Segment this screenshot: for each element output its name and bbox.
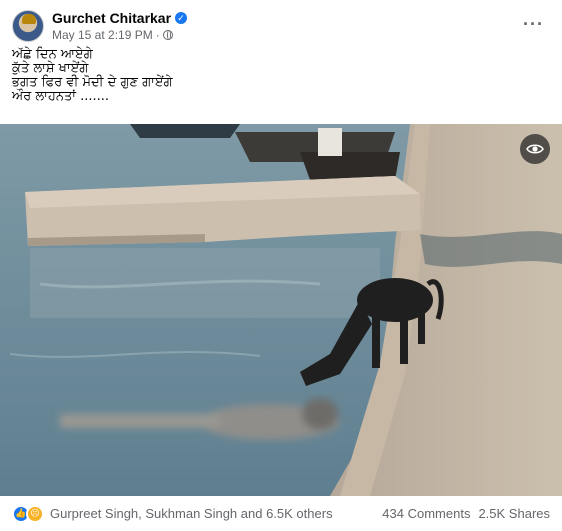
post-meta: Gurchet Chitarkar ✓ May 15 at 2:19 PM · <box>52 10 188 42</box>
facebook-post: Gurchet Chitarkar ✓ May 15 at 2:19 PM · … <box>0 0 562 531</box>
verified-badge-icon: ✓ <box>175 12 188 24</box>
author-row: Gurchet Chitarkar ✓ <box>52 10 188 26</box>
post-timestamp[interactable]: May 15 at 2:19 PM <box>52 28 153 42</box>
post-caption: ਅੱਛੇ ਦਿਨ ਆਏਗੇ ਕੁੱਤੇ ਲਾਸ਼ੇ ਖਾਏਂਗੇ ਭਗਤ ਫਿਰ… <box>12 48 492 104</box>
shares-count[interactable]: 2.5K Shares <box>478 506 550 521</box>
boat-1 <box>130 124 240 138</box>
reactor-names[interactable]: Gurpreet Singh, Sukhman Singh and 6.5K o… <box>50 506 333 521</box>
comments-count[interactable]: 434 Comments <box>382 506 470 521</box>
caption-line: ਕੁੱਤੇ ਲਾਸ਼ੇ ਖਾਏਂਗੇ <box>12 61 89 76</box>
sad-icon: ☹ <box>26 504 44 523</box>
post-subline: May 15 at 2:19 PM · <box>52 28 187 42</box>
caption-line: ਭਗਤ ਫਿਰ ਵੀ ਮੋਦੀ ਦੇ ਗੁਣ ਗਾਏਂਗੇ <box>12 75 173 90</box>
author-name[interactable]: Gurchet Chitarkar <box>52 10 171 26</box>
reaction-icons[interactable]: 👍 ☹ <box>12 504 44 523</box>
post-footer: 👍 ☹ Gurpreet Singh, Sukhman Singh and 6.… <box>0 496 562 531</box>
post-photo[interactable] <box>0 124 562 496</box>
author-avatar[interactable] <box>12 10 44 42</box>
person-figure <box>318 128 342 156</box>
eye-icon[interactable] <box>520 134 550 164</box>
caption-line: ਔਰ ਲਾਹਨਤਾਂ ....... <box>12 89 110 104</box>
photo-scene <box>0 124 562 496</box>
separator-dot: · <box>155 28 160 42</box>
post-header: Gurchet Chitarkar ✓ May 15 at 2:19 PM · … <box>12 8 550 44</box>
engagement-counts: 434 Comments 2.5K Shares <box>382 506 550 521</box>
globe-icon[interactable] <box>162 30 173 40</box>
caption-line: ਅੱਛੇ ਦਿਨ ਆਏਗੇ <box>12 47 93 62</box>
more-options-icon[interactable]: ··· <box>523 14 544 35</box>
boat-3 <box>300 152 400 180</box>
